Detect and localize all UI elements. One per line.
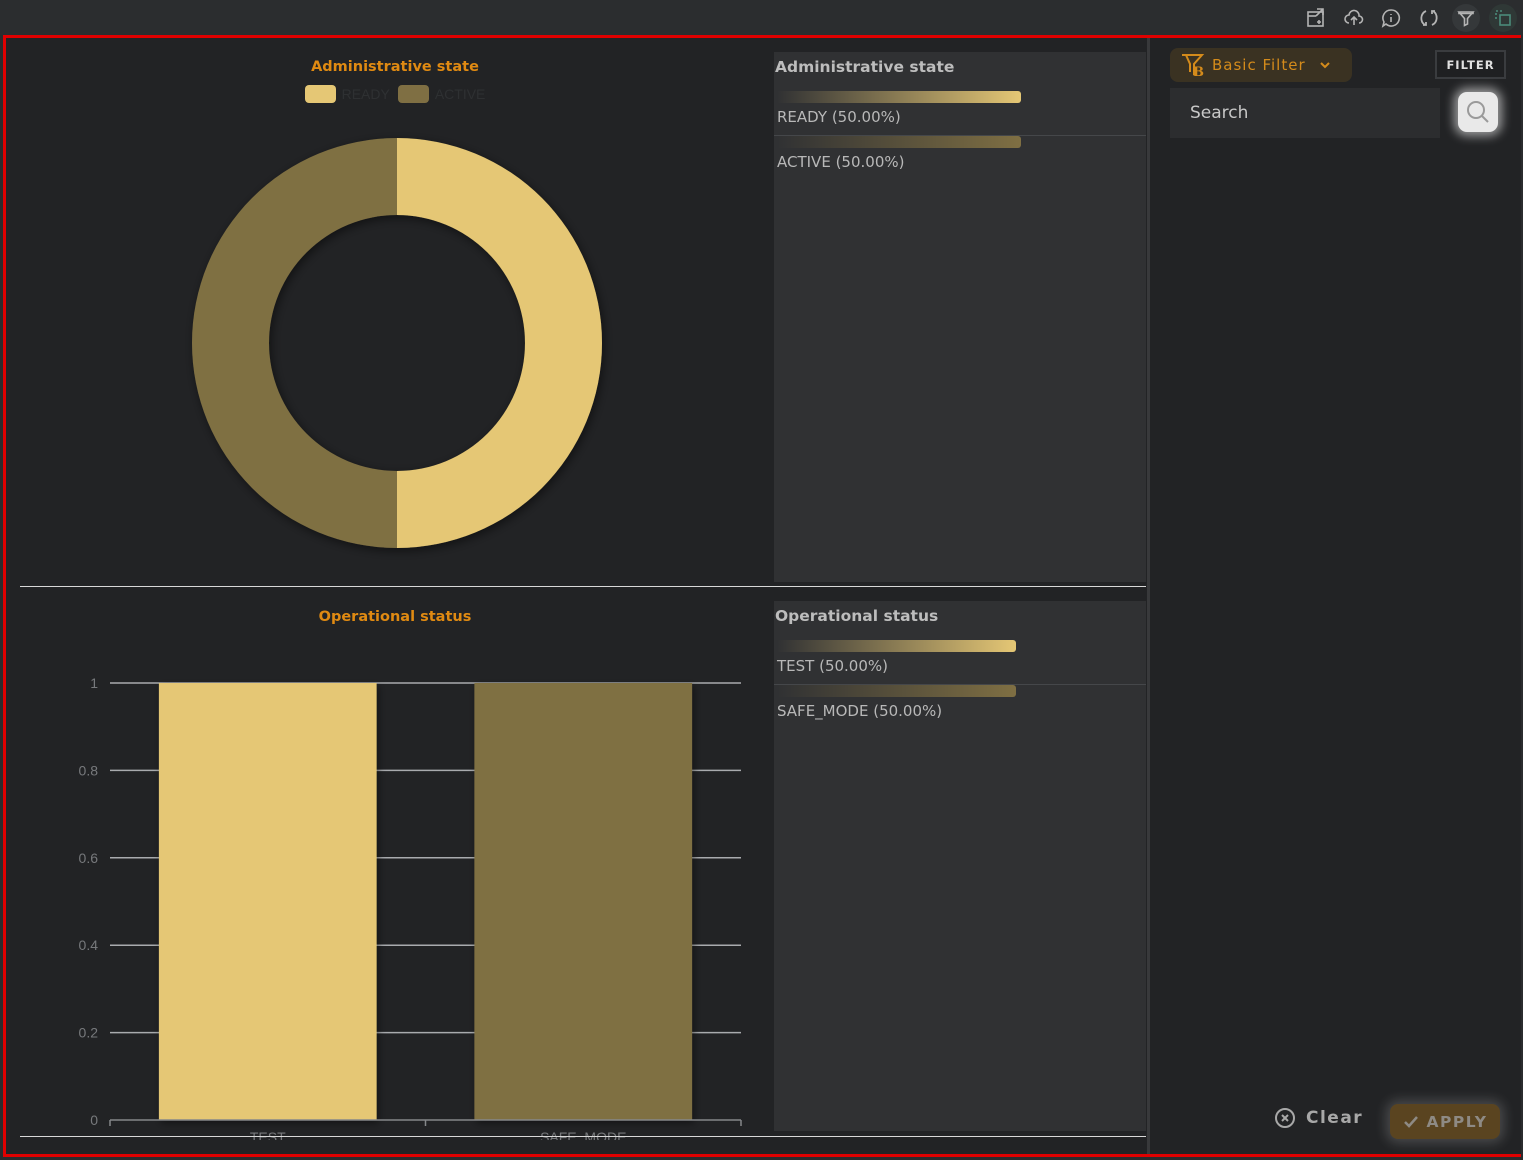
filter-button[interactable]: FILTER: [1435, 50, 1506, 79]
info-icon[interactable]: [1377, 4, 1405, 32]
operational-status-chart: Operational status 0 0.2 0.4 0.6 0.8 1 TEST SAF…: [20, 600, 770, 1140]
stats-title: Administrative state: [775, 58, 955, 76]
clear-button[interactable]: Clear: [1274, 1107, 1363, 1129]
y-tick-label: 0: [90, 1112, 98, 1128]
bar-test[interactable]: [158, 683, 377, 1120]
basic-filter-label: Basic Filter: [1212, 56, 1306, 74]
stats-title: Operational status: [775, 607, 939, 625]
donut-slice-ready[interactable]: [397, 138, 602, 548]
section-divider: [20, 586, 1146, 587]
stat-row: READY (50.00%): [774, 91, 1146, 136]
top-toolbar: [0, 0, 1523, 35]
filter-panel: B Basic Filter FILTER Clear APPLY: [1147, 38, 1521, 1154]
export-icon[interactable]: [1302, 4, 1330, 32]
dashboard-frame: Administrative state READY ACTIVE Admini…: [3, 35, 1521, 1157]
charts-area: Administrative state READY ACTIVE Admini…: [20, 47, 1146, 1153]
bar-chart: 0 0.2 0.4 0.6 0.8 1 TEST SAFE_MODE: [79, 675, 742, 1140]
x-tick-label: TEST: [250, 1129, 286, 1140]
chevron-down-icon: [1319, 62, 1330, 69]
refresh-icon[interactable]: [1415, 4, 1443, 32]
admin-state-chart: Administrative state READY ACTIVE: [20, 47, 770, 583]
section-divider: [20, 1136, 1146, 1137]
filter-icon[interactable]: [1452, 4, 1480, 32]
stat-label: ACTIVE (50.00%): [777, 153, 905, 171]
search-button[interactable]: [1458, 92, 1498, 132]
y-tick-label: 0.2: [79, 1025, 99, 1041]
x-tick-label: SAFE_MODE: [540, 1129, 626, 1140]
bar-safe_mode[interactable]: [474, 683, 693, 1120]
y-tick-label: 1: [90, 675, 98, 691]
apply-button[interactable]: APPLY: [1390, 1104, 1500, 1139]
stat-label: READY (50.00%): [777, 108, 901, 126]
donut-chart: [192, 138, 602, 548]
stat-row: ACTIVE (50.00%): [774, 136, 1146, 181]
stat-row: SAFE_MODE (50.00%): [774, 685, 1146, 730]
clear-label: Clear: [1306, 1108, 1364, 1128]
stat-label: TEST (50.00%): [777, 657, 888, 675]
y-tick-label: 0.4: [79, 937, 99, 953]
stat-bar-active: [777, 136, 1021, 148]
donut-slice-active[interactable]: [192, 138, 397, 548]
stat-row: TEST (50.00%): [774, 640, 1146, 685]
stat-bar-safe-mode: [777, 685, 1016, 697]
stat-bar-ready: [777, 91, 1021, 103]
basic-filter-icon: B: [1182, 54, 1205, 78]
svg-text:B: B: [1193, 65, 1205, 78]
select-area-icon[interactable]: [1489, 4, 1517, 32]
y-tick-label: 0.6: [79, 850, 99, 866]
operational-status-stats: Operational status TEST (50.00%) SAFE_MO…: [774, 601, 1146, 1131]
clear-icon: [1275, 1108, 1295, 1128]
admin-state-stats: Administrative state READY (50.00%) ACTI…: [774, 52, 1146, 582]
y-tick-label: 0.8: [79, 762, 99, 778]
basic-filter-dropdown[interactable]: B Basic Filter: [1170, 48, 1352, 82]
stat-label: SAFE_MODE (50.00%): [777, 702, 943, 720]
apply-label: APPLY: [1426, 1112, 1488, 1131]
stat-bar-test: [777, 640, 1016, 652]
search-input[interactable]: [1170, 88, 1440, 138]
upload-cloud-icon[interactable]: [1340, 4, 1368, 32]
check-icon: [1403, 1115, 1418, 1128]
search-icon: [1467, 101, 1489, 123]
